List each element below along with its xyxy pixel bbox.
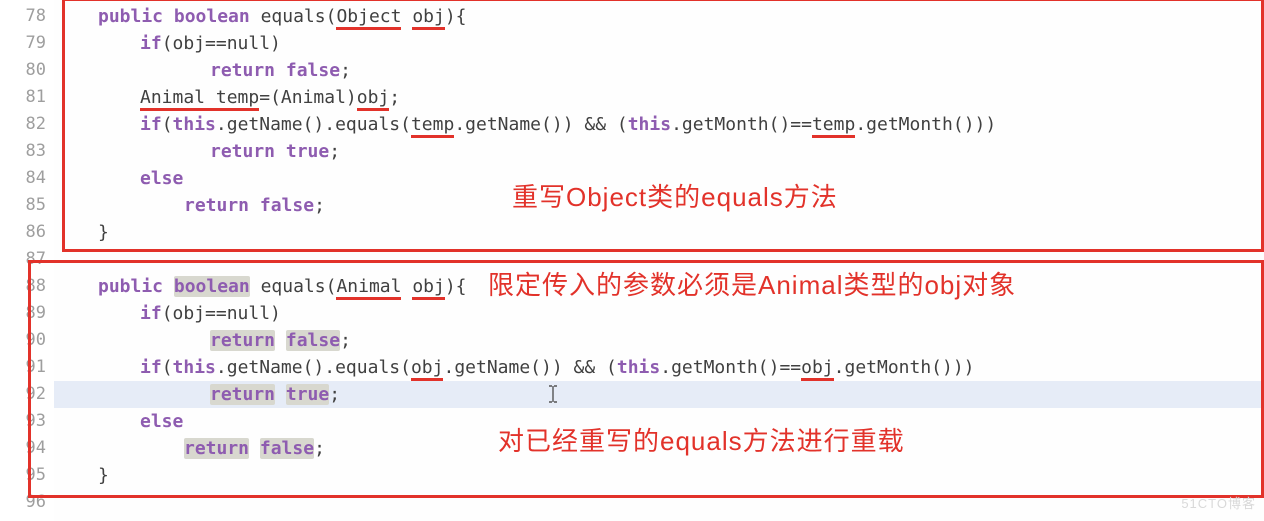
- line-number: 80: [0, 57, 46, 84]
- line-number: 82: [0, 111, 46, 138]
- line-number: 79: [0, 30, 46, 57]
- annotation-text-2: 限定传入的参数必须是Animal类型的obj对象: [488, 272, 1016, 299]
- line-number: 83: [0, 138, 46, 165]
- line-number: 84: [0, 165, 46, 192]
- code-editor[interactable]: 78 79 80 81 82 83 84 85 86 87 88 89 90 9…: [0, 0, 1264, 521]
- annotation-box-1: [62, 0, 1264, 252]
- line-number: 78: [0, 3, 46, 30]
- line-number: 85: [0, 192, 46, 219]
- line-number: 81: [0, 84, 46, 111]
- watermark: 51CTO博客: [1181, 490, 1256, 517]
- annotation-text-3: 对已经重写的equals方法进行重载: [498, 428, 905, 455]
- line-number: 86: [0, 219, 46, 246]
- annotation-text-1: 重写Object类的equals方法: [512, 184, 838, 211]
